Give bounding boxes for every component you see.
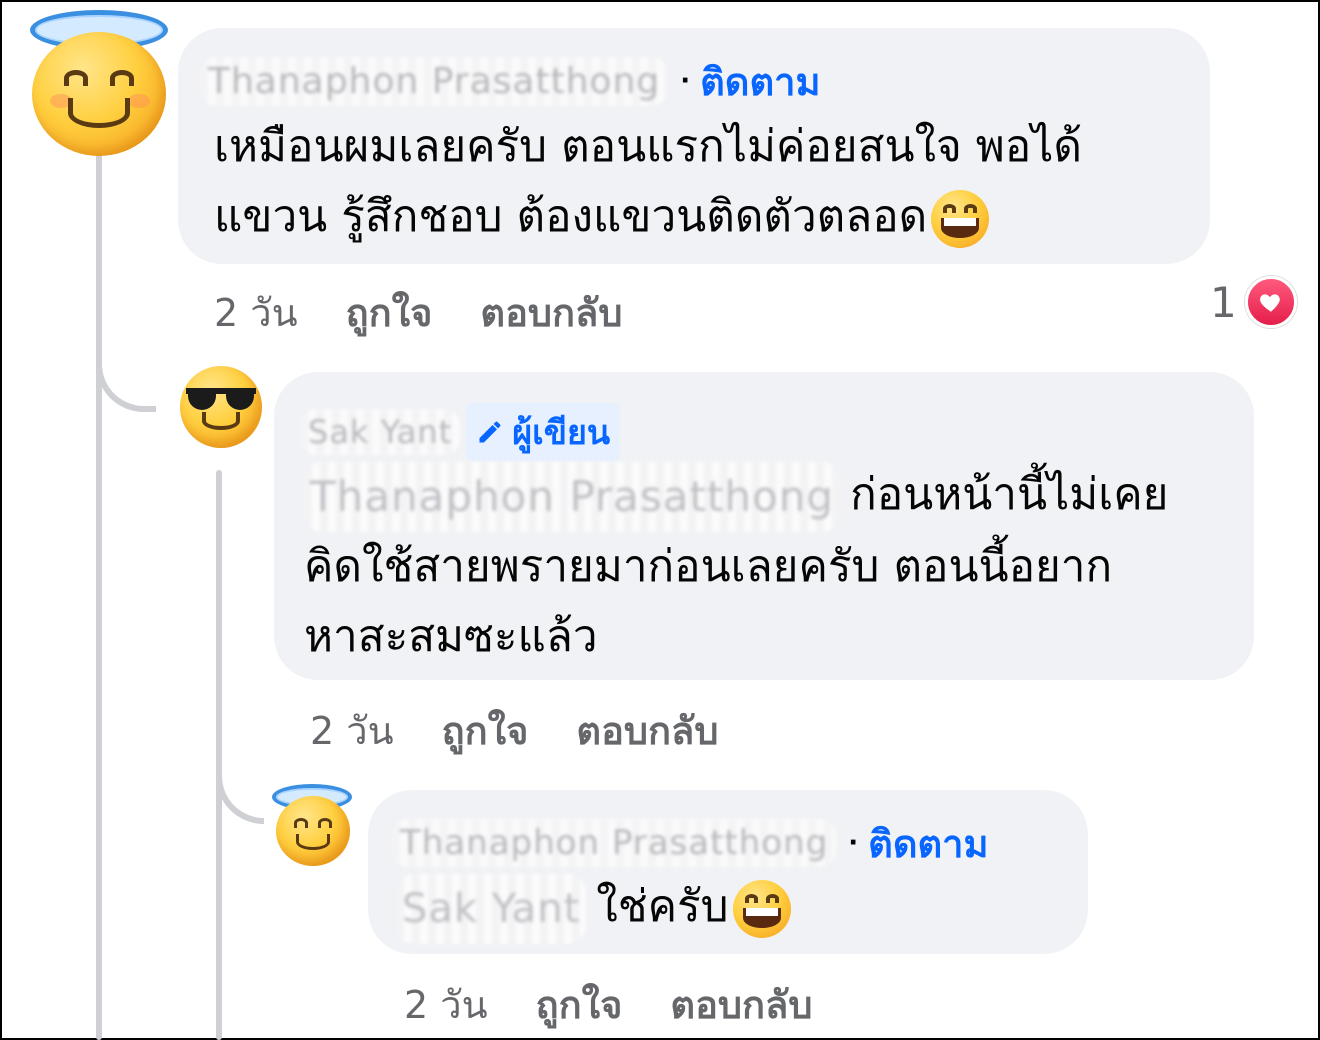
comment-header: Sak Yant ผู้เขียน xyxy=(300,403,621,461)
author-name[interactable]: Sak Yant xyxy=(300,409,461,455)
author-name[interactable]: Thanaphon Prasatthong xyxy=(200,56,669,106)
comment-text: Thanaphon Prasatthong ก่อนหน้านี้ไม่เคย ค… xyxy=(304,460,1168,672)
halo-smile-emoji xyxy=(32,32,166,156)
sunglasses-emoji xyxy=(180,366,262,448)
avatar[interactable] xyxy=(272,784,354,866)
heart-icon xyxy=(1244,276,1297,328)
grinning-face-icon xyxy=(732,880,791,938)
comment-text: เหมือนผมเลยครับ ตอนแรกไม่ค่อยสนใจ พอได้ … xyxy=(214,112,1082,252)
separator-dot: · xyxy=(848,828,859,858)
reaction-summary[interactable]: 1 xyxy=(1210,276,1297,328)
author-name[interactable]: Thanaphon Prasatthong xyxy=(392,819,837,867)
comment-actions: 2 วัน ถูกใจ ตอบกลับ xyxy=(310,700,718,761)
like-button[interactable]: ถูกใจ xyxy=(536,974,623,1035)
comment-text-line: แขวน รู้สึกชอบ ต้องแขวนติดตัวตลอด xyxy=(214,182,1082,252)
avatar[interactable] xyxy=(180,366,262,448)
author-badge: ผู้เขียน xyxy=(466,403,621,461)
like-button[interactable]: ถูกใจ xyxy=(442,700,529,761)
follow-button[interactable]: ติดตาม xyxy=(868,813,988,874)
avatar[interactable] xyxy=(28,10,170,156)
pencil-icon xyxy=(479,421,501,443)
thread-line-main xyxy=(96,150,102,1040)
reply-button[interactable]: ตอบกลับ xyxy=(480,282,622,343)
reply-button[interactable]: ตอบกลับ xyxy=(670,974,812,1035)
comment-actions: 2 วัน ถูกใจ ตอบกลับ xyxy=(214,282,622,343)
mention-tag[interactable]: Thanaphon Prasatthong xyxy=(304,462,841,532)
halo-smile-emoji xyxy=(276,796,350,866)
comment-text-line: หาสะสมซะแล้ว xyxy=(304,611,598,662)
follow-button[interactable]: ติดตาม xyxy=(700,51,820,112)
comment-text-line: เหมือนผมเลยครับ ตอนแรกไม่ค่อยสนใจ พอได้ xyxy=(214,121,1082,172)
comment-actions: 2 วัน ถูกใจ ตอบกลับ xyxy=(404,974,812,1035)
comment-header: Thanaphon Prasatthong · ติดตาม xyxy=(392,808,989,878)
comment-text-line: Sak Yant ใช่ครับ xyxy=(396,872,791,944)
comment-text-line: Thanaphon Prasatthong ก่อนหน้านี้ไม่เคย xyxy=(304,460,1168,532)
author-badge-label: ผู้เขียน xyxy=(512,413,611,453)
like-button[interactable]: ถูกใจ xyxy=(346,282,433,343)
reaction-count: 1 xyxy=(1210,277,1237,327)
comment-text-line: คิดใช้สายพรายมาก่อนเลยครับ ตอนนี้อยาก xyxy=(304,541,1113,592)
mention-tag[interactable]: Sak Yant xyxy=(396,874,587,944)
comment-text: Sak Yant ใช่ครับ xyxy=(396,872,791,944)
timestamp[interactable]: 2 วัน xyxy=(310,700,394,761)
timestamp[interactable]: 2 วัน xyxy=(214,282,298,343)
separator-dot: · xyxy=(680,66,691,96)
comment-header: Thanaphon Prasatthong · ติดตาม xyxy=(200,46,821,116)
timestamp[interactable]: 2 วัน xyxy=(404,974,488,1035)
grinning-face-icon xyxy=(931,190,990,248)
reply-button[interactable]: ตอบกลับ xyxy=(576,700,718,761)
